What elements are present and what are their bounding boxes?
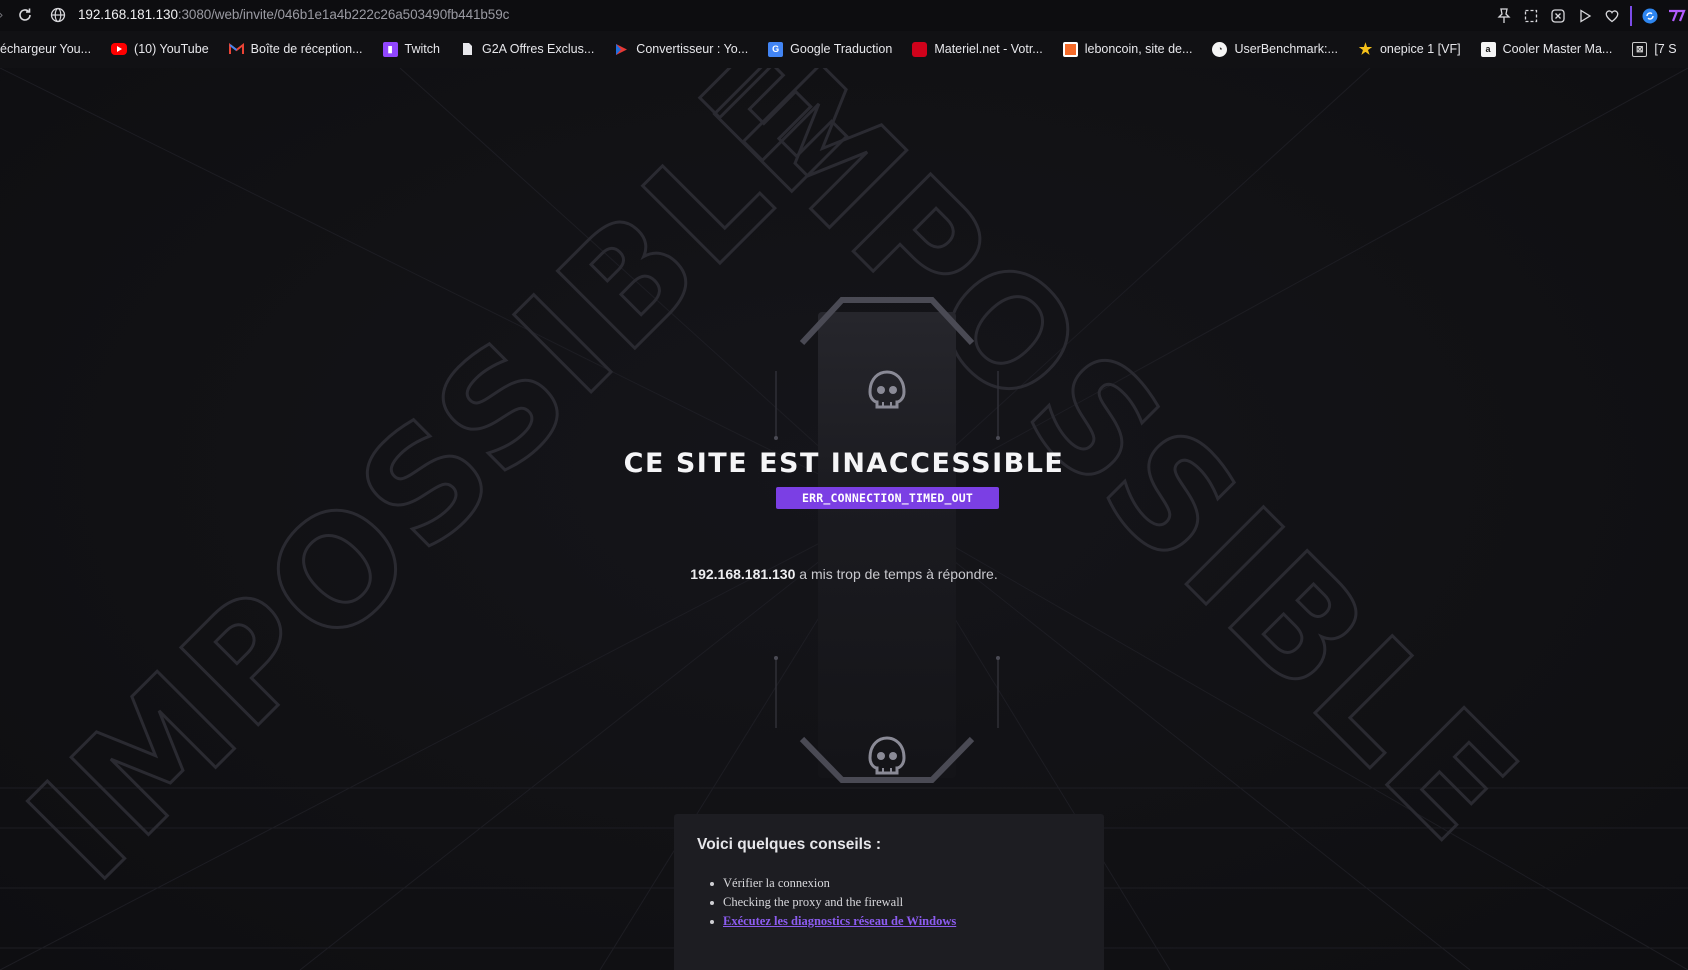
image-icon: ⊠ bbox=[1632, 41, 1648, 57]
bookmark-cooler-master[interactable]: a Cooler Master Ma... bbox=[1480, 41, 1613, 57]
bookmark-label: Cooler Master Ma... bbox=[1502, 42, 1613, 56]
bookmark-label: leboncoin, site de... bbox=[1084, 42, 1193, 56]
skull-icon-top bbox=[868, 370, 906, 409]
tips-title: Voici quelques conseils : bbox=[697, 836, 882, 853]
materiel-icon bbox=[912, 41, 928, 57]
bookmark-onepiece[interactable]: ★ onepice 1 [VF] bbox=[1358, 41, 1461, 58]
star-icon: ★ bbox=[1358, 41, 1373, 58]
bookmark-gmail[interactable]: Boîte de réception... bbox=[228, 42, 363, 57]
tips-panel: Voici quelques conseils : Vérifier la co… bbox=[674, 814, 1104, 970]
site-info-globe-icon[interactable] bbox=[50, 7, 66, 23]
userbenchmark-icon: ◔ bbox=[1212, 41, 1228, 57]
bookmarks-bar: échargeur You... (10) YouTube Boîte de r… bbox=[0, 36, 1688, 62]
bookmark-downloader[interactable]: échargeur You... bbox=[0, 42, 91, 56]
youtube-icon bbox=[111, 43, 128, 55]
play-icon[interactable] bbox=[1576, 7, 1594, 25]
toolbar-divider bbox=[1630, 6, 1632, 26]
bookmark-converter[interactable]: Convertisseur : Yo... bbox=[614, 42, 748, 57]
bookmark-label: Google Traduction bbox=[790, 42, 893, 56]
tip-item: Vérifier la connexion bbox=[710, 874, 1081, 893]
bookmark-label: onepice 1 [VF] bbox=[1379, 42, 1461, 56]
amazon-icon: a bbox=[1480, 41, 1496, 57]
bookmark-materiel[interactable]: Materiel.net - Votr... bbox=[912, 41, 1043, 57]
bookmark-label: UserBenchmark:... bbox=[1234, 42, 1338, 56]
converter-icon bbox=[614, 42, 629, 57]
bookmark-userbenchmark[interactable]: ◔ UserBenchmark:... bbox=[1212, 41, 1338, 57]
gmail-icon bbox=[228, 42, 244, 57]
bookmark-label: G2A Offres Exclus... bbox=[481, 42, 595, 56]
screenshot-icon[interactable] bbox=[1522, 7, 1540, 25]
page-icon bbox=[460, 42, 475, 57]
bookmark-youtube[interactable]: (10) YouTube bbox=[111, 42, 209, 56]
translate-icon: G bbox=[768, 41, 784, 57]
error-message-text: a mis trop de temps à répondre. bbox=[795, 566, 998, 582]
skull-icon-bottom bbox=[868, 736, 906, 775]
tip-item: Exécutez les diagnostics réseau de Windo… bbox=[710, 912, 1081, 931]
reload-button[interactable] bbox=[16, 6, 34, 24]
bookmark-overflow[interactable]: ⊠ [7 S bbox=[1632, 41, 1677, 57]
bookmark-label: Convertisseur : Yo... bbox=[636, 42, 749, 56]
error-message: 192.168.181.130 a mis trop de temps à ré… bbox=[544, 566, 1144, 582]
logo-icon[interactable] bbox=[1668, 7, 1686, 25]
sync-icon[interactable] bbox=[1641, 7, 1659, 25]
error-code-badge: ERR_CONNECTION_TIMED_OUT bbox=[776, 487, 999, 509]
page-title: CE SITE EST INACCESSIBLE bbox=[623, 448, 1065, 479]
network-diagnostics-link[interactable]: Exécutez les diagnostics réseau de Windo… bbox=[723, 914, 956, 928]
extension-toolbar bbox=[1486, 5, 1688, 27]
bookmark-label: Materiel.net - Votr... bbox=[934, 42, 1043, 56]
twitch-icon: ▮ bbox=[382, 41, 398, 57]
octagon-frame bbox=[774, 297, 1000, 783]
heart-icon[interactable] bbox=[1603, 7, 1621, 25]
url-field[interactable]: 192.168.181.130:3080/web/invite/046b1e1a… bbox=[78, 7, 509, 22]
address-bar: › 192.168.181.130:3080/web/invite/046b1e… bbox=[0, 0, 1688, 31]
tip-item: Checking the proxy and the firewall bbox=[710, 893, 1081, 912]
reload-icon bbox=[19, 8, 31, 21]
tips-list: Vérifier la connexion Checking the proxy… bbox=[697, 874, 1081, 931]
url-host: 192.168.181.130 bbox=[78, 7, 178, 22]
pin-icon[interactable] bbox=[1495, 7, 1513, 25]
leboncoin-icon bbox=[1062, 41, 1078, 57]
bookmark-leboncoin[interactable]: leboncoin, site de... bbox=[1062, 41, 1193, 57]
bookmark-label: (10) YouTube bbox=[134, 42, 209, 56]
bookmark-g2a[interactable]: G2A Offres Exclus... bbox=[460, 42, 594, 57]
bookmark-google-translate[interactable]: G Google Traduction bbox=[768, 41, 893, 57]
bookmark-label: Boîte de réception... bbox=[250, 42, 363, 56]
error-page: IMPOSSIBLE IMPOSSIBLE CE SITE EST INACCE… bbox=[0, 68, 1688, 970]
bookmark-twitch[interactable]: ▮ Twitch bbox=[382, 41, 440, 57]
error-host: 192.168.181.130 bbox=[690, 566, 796, 582]
bookmark-label: Twitch bbox=[404, 42, 440, 56]
url-path: :3080/web/invite/046b1e1a4b222c26a503490… bbox=[177, 7, 510, 22]
bookmark-label: [7 S bbox=[1654, 42, 1677, 56]
back-button[interactable]: › bbox=[0, 7, 6, 23]
shield-x-icon[interactable] bbox=[1549, 7, 1567, 25]
bookmark-label: échargeur You... bbox=[0, 42, 92, 56]
